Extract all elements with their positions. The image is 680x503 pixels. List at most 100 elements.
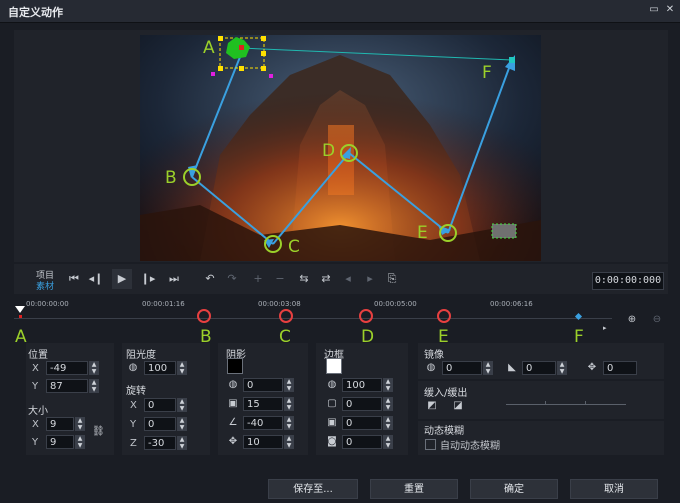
position-y-input[interactable]: 87 — [46, 379, 88, 393]
shadow-opacity-icon: ◍ — [228, 379, 238, 390]
ease-in-icon[interactable]: ◩ — [426, 400, 438, 412]
size-y-input[interactable]: 9 — [46, 435, 74, 449]
mirror-opacity-input[interactable]: 0 — [442, 361, 482, 375]
border-corner-stepper[interactable]: ▲ ▼ — [383, 435, 393, 449]
save-as-button[interactable]: 保存至... — [268, 479, 358, 499]
prev-keyframe-icon[interactable]: ◂ — [338, 269, 358, 289]
border-blur-icon: ▣ — [327, 417, 337, 428]
annotation-c: C — [288, 237, 300, 257]
border-width-input[interactable]: 0 — [342, 397, 382, 411]
shadow-opacity-input[interactable]: 0 — [243, 378, 283, 392]
reset-button[interactable]: 重置 — [370, 479, 458, 499]
rotation-x-input[interactable]: 0 — [144, 398, 176, 412]
mirror-offset-input[interactable]: 0 — [603, 361, 637, 375]
shadow-distance-stepper[interactable]: ▲ ▼ — [284, 435, 294, 449]
zoom-out-icon[interactable]: ⊖ — [651, 314, 663, 326]
undo-icon[interactable]: ↶ — [200, 269, 220, 289]
shadow-opacity-stepper[interactable]: ▲ ▼ — [284, 378, 294, 392]
size-x-stepper[interactable]: ▲ ▼ — [75, 417, 85, 431]
border-opacity-stepper[interactable]: ▲ ▼ — [383, 378, 393, 392]
maximize-icon[interactable]: ▭ — [648, 4, 660, 16]
next-frame-icon[interactable]: ❙▸ — [138, 269, 158, 289]
go-start-icon[interactable]: ⏮ — [64, 269, 84, 289]
next-keyframe-icon[interactable]: ▸ — [360, 269, 380, 289]
ok-button[interactable]: 确定 — [470, 479, 558, 499]
border-corner-icon: ◙ — [327, 436, 337, 447]
position-y-stepper[interactable]: ▲ ▼ — [89, 379, 99, 393]
ease-slider-tick — [545, 401, 546, 404]
position-title: 位置 — [28, 350, 48, 361]
rotation-y-label: Y — [130, 419, 137, 430]
rotation-y-stepper[interactable]: ▲ ▼ — [177, 417, 187, 431]
motion-blur-checkbox-label: 自动动态模糊 — [440, 441, 500, 452]
redo-icon[interactable]: ↷ — [222, 269, 242, 289]
timeline-end-icon: ▸ — [603, 324, 607, 332]
cancel-button[interactable]: 取消 — [570, 479, 658, 499]
mirror-fade-input[interactable]: 0 — [522, 361, 556, 375]
shadow-distance-input[interactable]: 10 — [243, 435, 283, 449]
rotation-y-input[interactable]: 0 — [144, 417, 176, 431]
keyframe-marker[interactable] — [197, 309, 211, 323]
playhead[interactable] — [15, 306, 25, 313]
keyframe-marker[interactable] — [359, 309, 373, 323]
go-end-icon[interactable]: ⏭ — [164, 269, 184, 289]
border-color-swatch[interactable] — [326, 358, 342, 374]
rotation-z-stepper[interactable]: ▲ ▼ — [177, 436, 187, 450]
copy-keyframe-icon[interactable]: ⎘ — [382, 269, 402, 289]
rotation-z-input[interactable]: -30 — [144, 436, 176, 450]
size-x-input[interactable]: 9 — [46, 417, 74, 431]
position-x-stepper[interactable]: ▲ ▼ — [89, 361, 99, 375]
keyframe-marker[interactable] — [19, 315, 22, 318]
rotation-title: 旋转 — [126, 386, 146, 397]
link-icon[interactable]: ⛓ — [92, 426, 105, 438]
shadow-blur-input[interactable]: 15 — [243, 397, 283, 411]
mirror-offset-icon: ✥ — [587, 362, 597, 373]
border-blur-stepper[interactable]: ▲ ▼ — [383, 416, 393, 430]
opacity-stepper[interactable]: ▲ ▼ — [177, 361, 187, 375]
keyframe-timeline[interactable]: 00:00:00:00 00:00:01:16 00:00:03:08 00:0… — [14, 300, 612, 332]
rotation-x-stepper[interactable]: ▲ ▼ — [177, 398, 187, 412]
timecode-display[interactable]: 0:00:00:000 — [592, 272, 664, 290]
annotation-b: B — [165, 168, 177, 188]
add-keyframe-icon[interactable]: + — [248, 269, 268, 289]
tick-label: 00:00:01:16 — [142, 300, 185, 308]
tick-label: 00:00:05:00 — [374, 300, 417, 308]
zoom-in-icon[interactable]: ⊕ — [626, 314, 638, 326]
border-corner-input[interactable]: 0 — [342, 435, 382, 449]
shadow-color-swatch[interactable] — [227, 358, 243, 374]
mirror-opacity-stepper[interactable]: ▲ ▼ — [483, 361, 493, 375]
motion-blur-title: 动态模糊 — [424, 426, 464, 437]
size-y-stepper[interactable]: ▲ ▼ — [75, 435, 85, 449]
shadow-angle-icon: ∠ — [228, 417, 238, 428]
swap-icon[interactable]: ⇄ — [316, 269, 336, 289]
keyframe-marker[interactable] — [437, 309, 451, 323]
size-y-label: Y — [32, 437, 39, 448]
mirror-fade-stepper[interactable]: ▲ ▼ — [557, 361, 567, 375]
mode-clip[interactable]: 素材 — [36, 279, 54, 292]
keyframe-marker[interactable] — [279, 309, 293, 323]
remove-keyframe-icon[interactable]: − — [270, 269, 290, 289]
prev-frame-icon[interactable]: ◂❙ — [86, 269, 106, 289]
ease-title: 缓入/缓出 — [424, 388, 468, 399]
border-blur-input[interactable]: 0 — [342, 416, 382, 430]
motion-blur-checkbox[interactable] — [425, 439, 436, 450]
ease-slider[interactable] — [506, 404, 626, 405]
rotation-x-label: X — [130, 400, 137, 411]
annotation-a: A — [203, 38, 215, 58]
play-icon[interactable]: ▶ — [112, 269, 132, 289]
border-opacity-input[interactable]: 100 — [342, 378, 382, 392]
shadow-angle-input[interactable]: -40 — [243, 416, 283, 430]
reverse-keyframe-icon[interactable]: ⇆ — [294, 269, 314, 289]
shadow-angle-stepper[interactable]: ▲ ▼ — [284, 416, 294, 430]
close-icon[interactable]: ✕ — [664, 4, 676, 16]
ease-out-icon[interactable]: ◪ — [452, 400, 464, 412]
window-title: 自定义动作 — [8, 6, 63, 19]
border-width-stepper[interactable]: ▲ ▼ — [383, 397, 393, 411]
ease-slider-tick — [585, 401, 586, 404]
shadow-distance-icon: ✥ — [228, 436, 238, 447]
position-x-input[interactable]: -49 — [46, 361, 88, 375]
shadow-blur-stepper[interactable]: ▲ ▼ — [284, 397, 294, 411]
opacity-input[interactable]: 100 — [144, 361, 176, 375]
tick-label: 00:00:03:08 — [258, 300, 301, 308]
video-preview[interactable]: A B C D E F — [140, 35, 541, 261]
